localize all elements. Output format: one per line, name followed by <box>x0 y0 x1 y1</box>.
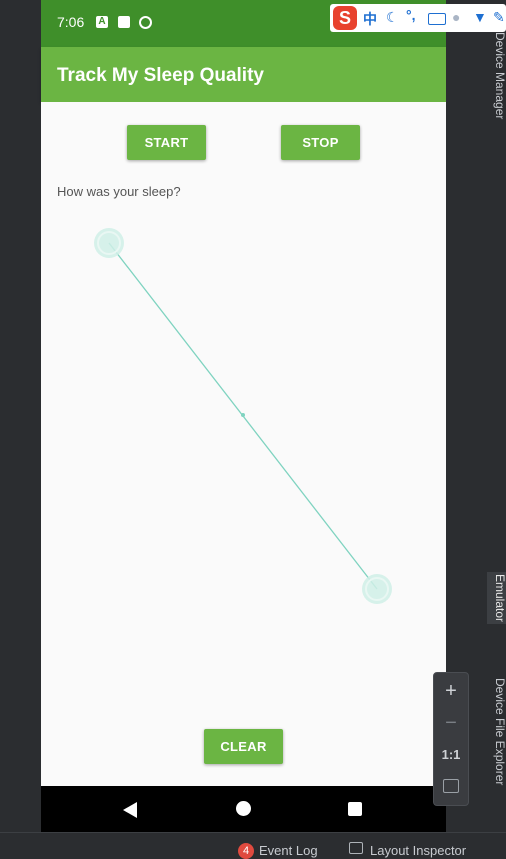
sync-icon <box>139 16 152 29</box>
clear-button[interactable]: CLEAR <box>204 729 283 764</box>
zoom-out-button[interactable]: − <box>434 709 468 737</box>
zoom-controls: + − 1:1 <box>433 672 469 806</box>
tab-device-manager[interactable]: Device Manager <box>487 32 506 119</box>
tab-device-file-explorer[interactable]: Device File Explorer <box>487 678 506 785</box>
recents-icon[interactable] <box>348 802 362 816</box>
person-icon[interactable]: ● <box>452 9 460 25</box>
home-icon[interactable] <box>236 801 251 816</box>
layout-inspector-tab[interactable]: Layout Inspector <box>370 843 466 858</box>
moon-icon[interactable]: ☾ <box>386 9 399 26</box>
keyboard-icon[interactable] <box>428 13 446 25</box>
main-content: START STOP How was your sleep? CLEAR <box>41 102 446 786</box>
ide-bottom-bar: 4 Event Log Layout Inspector <box>0 832 506 859</box>
layout-inspector-icon <box>349 842 363 854</box>
sd-card-icon <box>118 16 130 28</box>
app-title: Track My Sleep Quality <box>57 65 264 86</box>
back-icon[interactable] <box>123 802 137 818</box>
zoom-actual-size-button[interactable]: 1:1 <box>434 741 468 769</box>
wrench-icon[interactable]: ✎ <box>493 9 505 26</box>
ime-logo-icon[interactable]: S <box>333 6 357 30</box>
a-icon: A <box>96 16 108 28</box>
ime-punct-indicator[interactable]: °, <box>406 7 416 23</box>
event-log-tab[interactable]: Event Log <box>259 843 318 858</box>
drag-path-midpoint <box>241 413 245 417</box>
shirt-icon[interactable]: ▼ <box>473 9 487 25</box>
zoom-fit-screen-icon[interactable] <box>443 779 459 793</box>
ime-toolbar: S 中 ☾ °, ● ▼ ✎ <box>330 4 506 32</box>
event-count-badge: 4 <box>238 843 254 859</box>
status-time: 7:06 <box>57 14 85 30</box>
zoom-in-button[interactable]: + <box>434 677 468 705</box>
ime-mode-indicator[interactable]: 中 <box>363 9 377 29</box>
emulator-screen: 7:06 A Track My Sleep Quality START STOP… <box>41 0 446 832</box>
app-bar: Track My Sleep Quality <box>41 47 446 102</box>
navigation-bar <box>41 786 446 832</box>
tab-emulator[interactable]: Emulator <box>487 572 506 625</box>
drag-gesture-overlay <box>94 228 392 604</box>
